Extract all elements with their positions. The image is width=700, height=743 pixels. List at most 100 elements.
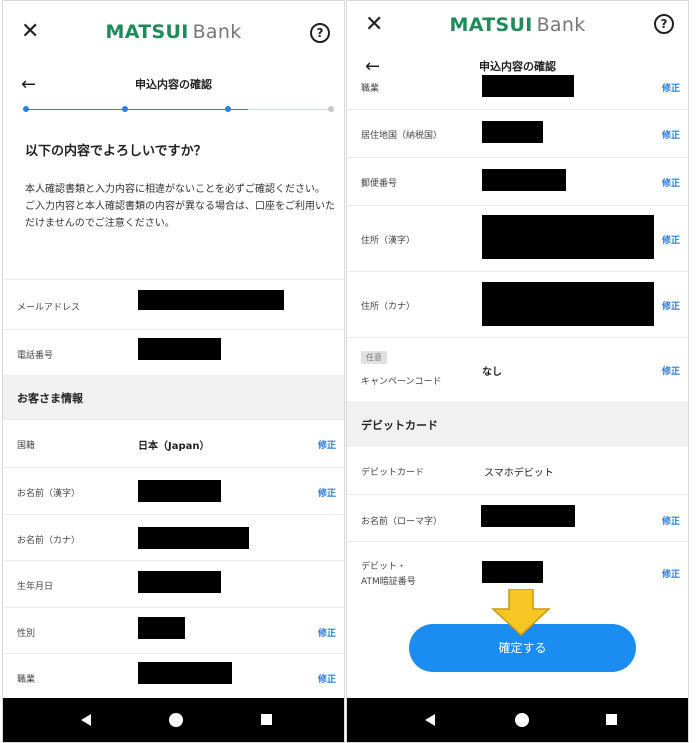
back-arrow-icon[interactable]: ← xyxy=(21,74,36,95)
help-icon[interactable]: ? xyxy=(654,14,674,34)
redacted-value xyxy=(482,282,654,326)
redacted-value xyxy=(138,617,185,639)
row-value: なし xyxy=(482,367,502,378)
row-name-roman: お名前（ローマ字） 修正 xyxy=(347,494,688,541)
row-label: お名前（ローマ字） xyxy=(361,517,443,527)
redacted-value xyxy=(482,169,566,191)
row-nationality: 国籍 日本（Japan） 修正 xyxy=(3,419,344,467)
row-label: 住所（カナ） xyxy=(361,302,416,312)
edit-link[interactable]: 修正 xyxy=(318,438,336,451)
row-phone: 電話番号 xyxy=(3,329,344,375)
edit-link[interactable]: 修正 xyxy=(318,486,336,499)
optional-badge: 任意 xyxy=(361,351,387,364)
edit-link[interactable]: 修正 xyxy=(662,233,680,246)
row-label-line2: ATM暗証番号 xyxy=(361,577,416,587)
android-nav-bar xyxy=(347,698,688,742)
edit-link[interactable]: 修正 xyxy=(662,128,680,141)
arrow-shape xyxy=(491,589,551,637)
row-label: キャンペーンコード xyxy=(361,377,442,387)
row-label: デビットカード xyxy=(361,468,425,478)
progress-step-3 xyxy=(225,106,231,112)
row-label: お名前（カナ） xyxy=(17,536,81,546)
close-icon[interactable]: ✕ xyxy=(21,21,39,43)
redacted-value xyxy=(138,290,284,310)
progress-bar xyxy=(23,106,334,112)
row-label: 職業 xyxy=(17,675,36,685)
logo-text-bold: MATSUI xyxy=(449,14,533,36)
redacted-value xyxy=(138,527,249,549)
page-title: 申込内容の確認 xyxy=(479,60,556,73)
row-label: 国籍 xyxy=(17,441,36,451)
row-birthdate: 生年月日 xyxy=(3,560,344,607)
row-gender: 性別 修正 xyxy=(3,607,344,653)
row-address-kana: 住所（カナ） 修正 xyxy=(347,271,688,337)
edit-link[interactable]: 修正 xyxy=(662,81,680,94)
row-label-line1: デビット・ xyxy=(361,562,407,572)
row-label: お名前（漢字） xyxy=(17,489,81,499)
progress-step-1 xyxy=(23,106,29,112)
row-occupation: 職業 修正 xyxy=(347,75,688,109)
edit-link[interactable]: 修正 xyxy=(318,626,336,639)
row-value: スマホデビット xyxy=(484,468,554,479)
left-screen: ✕ MATSUI Bank ? ← 申込内容の確認 以下の内容でよろしいですか？ … xyxy=(2,0,345,743)
confirm-note: 本人確認書類と入力内容に相違がないことを必ずご確認ください。 ご入力内容と本人確… xyxy=(25,184,335,229)
row-debit-card: デビットカード スマホデビット xyxy=(347,447,688,494)
progress-step-2 xyxy=(122,106,128,112)
edit-link[interactable]: 修正 xyxy=(318,672,336,685)
close-icon[interactable]: ✕ xyxy=(365,14,383,36)
bank-logo: MATSUI Bank xyxy=(105,21,241,43)
edit-link[interactable]: 修正 xyxy=(662,364,680,377)
section-customer-info: お客さま情報 xyxy=(3,375,344,419)
edit-link[interactable]: 修正 xyxy=(662,514,680,527)
redacted-value xyxy=(482,215,654,259)
edit-link[interactable]: 修正 xyxy=(662,176,680,189)
row-campaign-code: 任意 キャンペーンコード なし 修正 xyxy=(347,337,688,401)
section-debit-card: デビットカード xyxy=(347,401,688,447)
row-label: メールアドレス xyxy=(17,303,81,313)
row-address-kanji: 住所（漢字） 修正 xyxy=(347,205,688,271)
app-header: ✕ MATSUI Bank ? xyxy=(347,1,688,49)
confirm-heading: 以下の内容でよろしいですか？ xyxy=(25,144,207,159)
nav-back-icon[interactable] xyxy=(425,714,435,726)
down-arrow-icon xyxy=(491,589,551,637)
row-name-kana: お名前（カナ） xyxy=(3,514,344,560)
row-label: 電話番号 xyxy=(17,351,54,361)
row-label: 性別 xyxy=(17,629,36,639)
page-title: 申込内容の確認 xyxy=(135,78,212,91)
back-arrow-icon[interactable]: ← xyxy=(365,56,380,77)
logo-text-bold: MATSUI xyxy=(105,21,189,43)
logo-text-light: Bank xyxy=(192,21,242,43)
row-label: 居住地国（納税国） xyxy=(361,131,443,141)
nav-back-icon[interactable] xyxy=(81,714,91,726)
help-icon[interactable]: ? xyxy=(310,23,330,43)
redacted-value xyxy=(482,561,543,583)
row-label: 郵便番号 xyxy=(361,179,398,189)
redacted-value xyxy=(138,571,221,593)
nav-home-icon[interactable] xyxy=(169,713,183,727)
row-value: 日本（Japan） xyxy=(138,441,210,452)
logo-text-light: Bank xyxy=(536,14,586,36)
row-label: 住所（漢字） xyxy=(361,236,416,246)
row-name-kanji: お名前（漢字） 修正 xyxy=(3,467,344,514)
redacted-value xyxy=(481,505,575,527)
redacted-value xyxy=(482,75,574,97)
nav-home-icon[interactable] xyxy=(515,713,529,727)
redacted-value xyxy=(138,662,232,684)
android-nav-bar xyxy=(3,698,344,742)
row-label: 職業 xyxy=(361,84,380,94)
page-header: ← 申込内容の確認 xyxy=(3,69,344,99)
section-title: デビットカード xyxy=(361,419,438,432)
app-header: ✕ MATSUI Bank ? xyxy=(3,1,344,63)
edit-link[interactable]: 修正 xyxy=(662,299,680,312)
row-occupation: 職業 修正 xyxy=(3,653,344,700)
row-tax-country: 居住地国（納税国） 修正 xyxy=(347,109,688,157)
section-title: お客さま情報 xyxy=(17,392,83,405)
redacted-value xyxy=(482,121,543,143)
edit-link[interactable]: 修正 xyxy=(662,567,680,580)
progress-line-rest xyxy=(248,109,330,110)
nav-recents-icon[interactable] xyxy=(261,714,272,725)
bank-logo: MATSUI Bank xyxy=(449,14,585,36)
progress-step-4 xyxy=(328,106,334,112)
row-label: 生年月日 xyxy=(17,582,54,592)
nav-recents-icon[interactable] xyxy=(606,714,617,725)
